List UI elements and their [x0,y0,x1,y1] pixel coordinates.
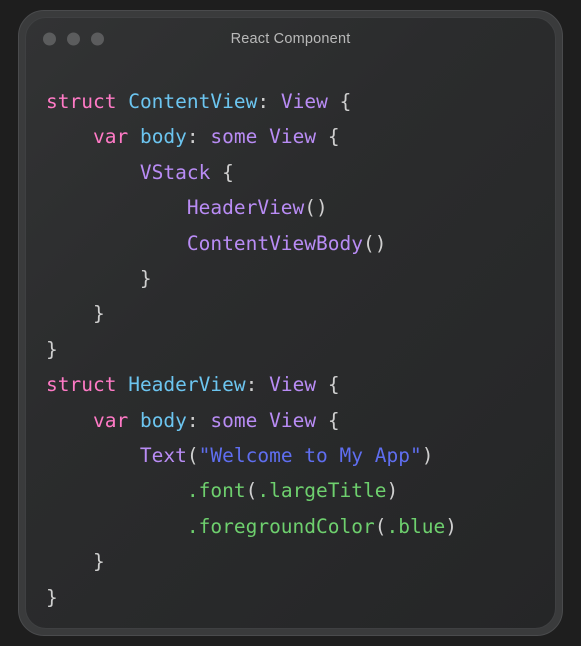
code-token-type: View [269,408,317,432]
code-token-ident: body [139,408,187,432]
code-token-punct: } [92,302,105,326]
close-button[interactable] [43,32,56,46]
code-token-ident: HeaderView [128,373,246,397]
code-token-punct: : [186,408,199,432]
code-token-punct: ) [386,479,399,503]
code-token-punct: { [339,90,352,113]
window-titlebar: React Component [26,18,555,60]
code-token-method: .foregroundColor [186,514,375,538]
code-token-type: some [210,408,258,432]
code-token-punct: { [327,373,340,397]
code-line: struct HeaderView: View { [46,367,555,402]
code-token-punct: : [257,90,270,113]
code-token-keyword: struct [46,373,117,397]
code-token-method: .largeTitle [257,479,387,503]
window-title: React Component [230,31,351,47]
traffic-light-controls[interactable] [43,32,104,46]
code-token-type: View [280,90,328,113]
code-line: } [46,580,555,615]
code-token-keyword: var [92,125,129,149]
code-line: } [46,261,555,296]
maximize-button[interactable] [91,32,104,46]
code-token-punct: ( [245,479,258,503]
code-token-type: VStack [139,160,211,184]
code-token-punct: } [92,550,105,574]
code-token-punct: } [46,337,58,361]
code-token-ident: body [139,125,187,149]
code-token-punct: } [46,585,58,609]
code-editor-area[interactable]: struct ContentView: View { var body: som… [26,60,555,628]
code-block[interactable]: struct ContentView: View { var body: som… [46,84,555,615]
code-token-punct: { [327,125,340,149]
code-token-type: some [210,125,258,149]
code-line: HeaderView() [46,190,555,225]
code-token-type: View [269,125,317,149]
code-token-keyword: struct [46,90,117,113]
code-window-frame: React Component struct ContentView: View… [18,10,563,636]
minimize-button[interactable] [67,32,80,46]
code-line: } [46,544,555,579]
code-line: .foregroundColor(.blue) [46,509,555,544]
code-line: struct ContentView: View { [46,84,555,119]
code-token-type: HeaderView [186,196,305,220]
code-token-method: .font [186,479,246,503]
code-line: Text("Welcome to My App") [46,438,555,473]
code-token-keyword: var [92,408,129,432]
code-token-punct: ) [421,444,434,468]
code-token-punct: { [222,160,234,184]
code-token-punct: : [245,373,258,397]
code-token-type: Text [139,444,187,468]
code-token-string: "Welcome to My App" [198,444,422,468]
code-token-punct: } [139,267,152,291]
code-token-type: View [269,373,317,397]
code-token-punct: : [186,125,199,149]
code-line: ContentViewBody() [46,226,555,261]
code-line: } [46,332,555,367]
code-line: } [46,296,555,331]
code-token-method: .blue [386,514,446,538]
code-line: var body: some View { [46,119,555,154]
code-window: React Component struct ContentView: View… [25,17,556,629]
code-line: var body: some View { [46,403,555,438]
code-token-punct: ) [445,514,457,538]
code-line: .font(.largeTitle) [46,473,555,508]
code-token-punct: () [363,231,387,255]
code-token-ident: ContentView [128,90,258,113]
code-token-punct: ( [186,444,199,468]
code-token-punct: () [304,196,328,220]
code-token-punct: ( [374,514,387,538]
code-line: VStack { [46,155,555,190]
code-token-type: ContentViewBody [186,231,363,255]
code-token-punct: { [327,408,340,432]
